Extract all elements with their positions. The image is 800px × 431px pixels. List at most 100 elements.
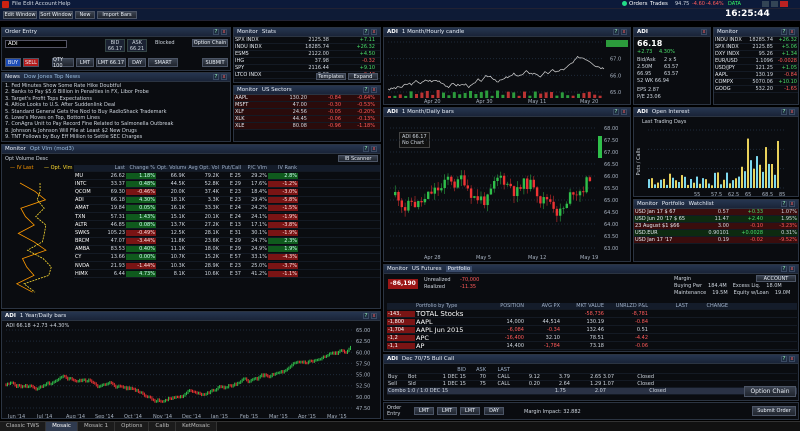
- order-qty-field[interactable]: QTY 100: [52, 57, 74, 69]
- edit-window-button[interactable]: Edit Window: [3, 11, 37, 19]
- table-row[interactable]: BRCM 47.07 -3.44% 11.8K 23.6K E 29 24.7% 2.3%: [74, 238, 380, 246]
- table-row[interactable]: -1,1 AP 14,400 -1,784 73.18 -0.06: [387, 342, 797, 350]
- monitor-tab[interactable]: Stats: [262, 29, 276, 35]
- help-icon[interactable]: ?: [363, 87, 369, 93]
- order-price-field[interactable]: LMT 66.17: [96, 58, 126, 67]
- table-row[interactable]: IHG 37.98 -0.32: [234, 58, 380, 65]
- close-icon[interactable]: x: [221, 29, 227, 35]
- table-row[interactable]: EUR/USD 1.1096 -0.0028: [714, 58, 798, 65]
- combo-row[interactable]: Combo 1:0 / 1:0 DEC 15 1.75 2.07 Closed: [387, 388, 797, 395]
- tab-ketmosaic[interactable]: KetMosaic: [176, 422, 217, 431]
- close-icon[interactable]: x: [371, 29, 377, 35]
- tab-us-futures[interactable]: US Futures: [412, 266, 442, 272]
- table-row[interactable]: Sell Sld 1 DEC 15 75 CALL 0.20 2.64 1.29 1.07 Cl…: [387, 381, 797, 388]
- order-field[interactable]: LMT: [414, 407, 434, 415]
- table-row[interactable]: MU 26.62 1.18% 66.9K 79.2K E 25 29.2% 2.8%: [74, 172, 380, 181]
- account-button[interactable]: ACCOUNT: [756, 275, 796, 282]
- table-row[interactable]: Buy Bot 1 DEC 15 70 CALL 9.12 3.79 2.65 3.07 Clo…: [387, 374, 797, 381]
- monitor-tab[interactable]: US Sectors: [262, 87, 292, 93]
- close-icon[interactable]: x: [371, 87, 377, 93]
- table-row[interactable]: DXY INDX 95.26 +1.34: [714, 51, 798, 58]
- menu-help[interactable]: Help: [58, 1, 71, 7]
- close-icon[interactable]: x: [789, 356, 795, 362]
- sell-button[interactable]: SELL: [23, 58, 39, 67]
- tab-watchlist[interactable]: Watchlist: [689, 201, 714, 207]
- table-row[interactable]: INDU INDX 18285.74 +26.32: [234, 44, 380, 51]
- menu-account[interactable]: Account: [35, 1, 57, 7]
- close-icon[interactable]: x: [789, 266, 795, 272]
- table-row[interactable]: CY 13.66 0.00% 10.7K 15.2K E 57 33.1% -4.3%: [74, 254, 380, 263]
- tab-portfolio[interactable]: Portfolio: [445, 266, 473, 272]
- help-icon[interactable]: ?: [781, 29, 787, 35]
- submit-button[interactable]: SUBMIT: [202, 58, 228, 67]
- submit-order-button[interactable]: Submit Order: [752, 406, 796, 416]
- window-minimize-button[interactable]: [762, 1, 769, 7]
- templates-button[interactable]: Templates: [316, 73, 346, 80]
- tab-monitor[interactable]: Monitor: [387, 266, 408, 272]
- table-row[interactable]: ADI 66.18 4.30% 18.1K 3.3K E 23 29.4% -5.8%: [74, 197, 380, 205]
- table-row[interactable]: XLK 44.45 -0.06 -0.13%: [234, 116, 380, 123]
- tab-mosaic[interactable]: Mosaic: [46, 422, 78, 431]
- order-tif-field[interactable]: DAY: [128, 58, 146, 67]
- help-icon[interactable]: ?: [781, 266, 787, 272]
- new-button[interactable]: New: [75, 11, 95, 19]
- import-bars-button[interactable]: Import Bars: [97, 11, 137, 19]
- table-row[interactable]: QCOM 69.30 -0.46% 20.0K 37.4K E 23 18.4% -3.0%: [74, 188, 380, 197]
- option-chain-button[interactable]: Option Chain: [744, 386, 796, 397]
- tab-classic-tws[interactable]: Classic TWS: [0, 422, 47, 431]
- symbol-input[interactable]: ADI: [5, 40, 67, 48]
- table-row[interactable]: USD/JPY 121.25 +1.05: [714, 65, 798, 72]
- table-row[interactable]: INDU INDX 18285.74 +26.32: [714, 37, 798, 44]
- menu-edit[interactable]: Edit: [23, 1, 34, 7]
- tab-portfolio[interactable]: Portfolio: [662, 201, 685, 207]
- close-icon[interactable]: x: [789, 29, 795, 35]
- ask-box[interactable]: ASK 66.21: [127, 39, 147, 52]
- table-row[interactable]: USD Jan 17 '17 0.19 -0.02 -9.52%: [634, 237, 798, 244]
- table-row[interactable]: SWKS 105.23 -0.49% 12.5K 28.1K E 31 30.1% -1.9%: [74, 229, 380, 238]
- table-row[interactable]: AAPL 130.20 -0.84 -0.64%: [234, 95, 380, 102]
- trades-link[interactable]: Trades: [650, 1, 668, 7]
- tab-options[interactable]: Options: [115, 422, 150, 431]
- table-row[interactable]: USD Jan 17 $ 67 0.57 +0.33 1.07%: [634, 209, 798, 216]
- help-icon[interactable]: ?: [363, 29, 369, 35]
- table-row[interactable]: AMAT 19.84 0.05% 16.1K 33.3K E 24 24.2% -1.5%: [74, 205, 380, 213]
- table-row[interactable]: USD Jun 20 '17 $ 65 11.47 +2.40 1.95%: [634, 216, 798, 223]
- order-route-field[interactable]: SMART: [148, 58, 178, 67]
- expand-button[interactable]: Expand: [348, 73, 378, 80]
- buy-button[interactable]: BUY: [5, 58, 21, 67]
- table-row[interactable]: SPX INDX 2125.85 +5.06: [714, 44, 798, 51]
- window-close-button[interactable]: [780, 1, 788, 7]
- help-icon[interactable]: ?: [213, 29, 219, 35]
- table-row[interactable]: XLE 80.08 -0.96 -1.18%: [234, 123, 380, 130]
- table-row[interactable]: USD.EUR 0.90101 +0.0028 0.31%: [634, 230, 798, 237]
- table-row[interactable]: INTC 33.37 0.48% 44.5K 52.8K E 29 17.6% -1.2%: [74, 180, 380, 189]
- close-icon[interactable]: x: [701, 29, 707, 35]
- table-row[interactable]: HIMX 6.44 4.73% 8.1K 10.6K E 37 41.2% -1.1%: [74, 270, 380, 279]
- table-row[interactable]: SPY 2116.44 +9.10: [234, 65, 380, 72]
- order-field[interactable]: LMT: [437, 407, 457, 415]
- order-type-field[interactable]: LMT: [76, 58, 94, 67]
- sort-window-button[interactable]: Sort Window: [39, 11, 73, 19]
- window-maximize-button[interactable]: [771, 1, 778, 7]
- close-icon[interactable]: x: [221, 74, 227, 80]
- order-field[interactable]: DAY: [484, 407, 504, 415]
- table-row[interactable]: NVDA 21.93 -1.44% 10.3K 28.9K E 23 25.0% -3.7%: [74, 262, 380, 271]
- table-row[interactable]: ALTR 46.85 0.08% 13.7K 27.2K E 13 17.1% -3.8%: [74, 221, 380, 230]
- orders-link[interactable]: Orders: [629, 1, 648, 7]
- news-item[interactable]: 9. TNT Follows by Buy Eff Million to Set…: [5, 134, 227, 140]
- option-chain-button[interactable]: Option Chain: [192, 39, 228, 47]
- tab-mosaic-1[interactable]: Mosaic 1: [77, 422, 116, 431]
- table-row[interactable]: GOOG 532.20 -1.65: [714, 86, 798, 93]
- table-row[interactable]: TXN 57.31 1.43% 15.1K 20.1K E 24 24.1% -1.9%: [74, 213, 380, 222]
- table-row[interactable]: AMBA 83.53 0.40% 11.1K 18.0K E 29 24.9% 1.9%: [74, 246, 380, 254]
- table-row[interactable]: 23 August $1 $66 3.00 -0.10 -3.23%: [634, 223, 798, 230]
- close-icon[interactable]: x: [789, 201, 795, 207]
- help-icon[interactable]: ?: [213, 74, 219, 80]
- table-row[interactable]: XLF 24.56 -0.05 -0.20%: [234, 109, 380, 116]
- table-row[interactable]: MSFT 47.00 -0.30 -0.53%: [234, 102, 380, 109]
- news-tab[interactable]: Dow Jones Top News: [24, 74, 80, 80]
- table-row[interactable]: AAPL 130.19 -0.84: [714, 72, 798, 79]
- table-row[interactable]: COMPX 5070.06 +10.10: [714, 79, 798, 86]
- order-field[interactable]: LMT: [460, 407, 480, 415]
- bid-box[interactable]: BID 66.17: [105, 39, 125, 52]
